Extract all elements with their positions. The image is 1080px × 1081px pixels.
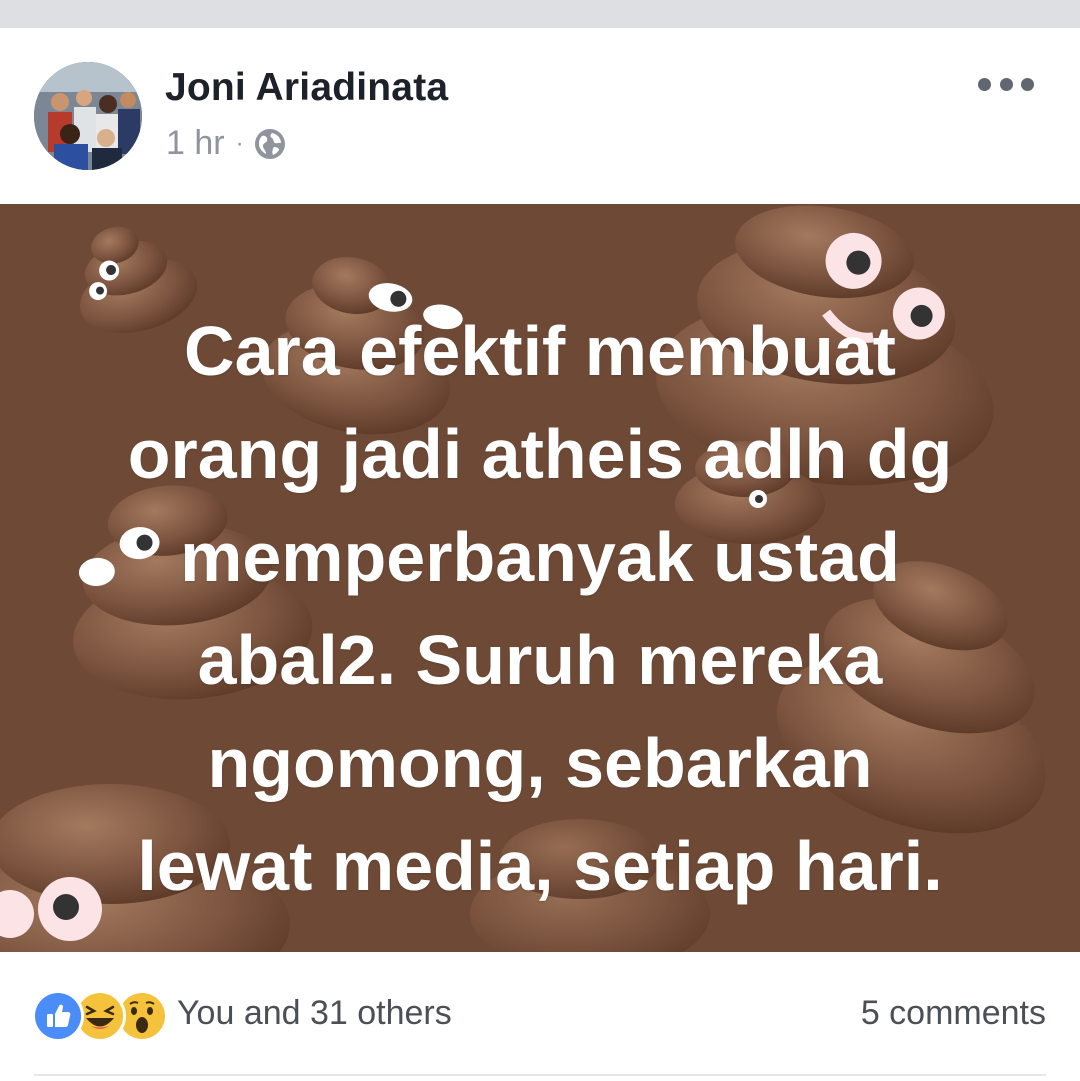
- avatar[interactable]: [34, 62, 142, 170]
- image-text-line: orang jadi atheis adlh dg: [127, 415, 953, 493]
- post-meta: 1 hr ·: [166, 124, 287, 163]
- post-image[interactable]: Cara efektif membuat orang jadi atheis a…: [0, 204, 1080, 952]
- image-text-line: abal2. Suruh mereka: [197, 621, 883, 699]
- post-header: Joni Ariadinata 1 hr ·: [0, 28, 1080, 204]
- reactions-count[interactable]: You and 31 others: [177, 994, 452, 1033]
- post-image-text: Cara efektif membuat orang jadi atheis a…: [40, 300, 1040, 918]
- author-name[interactable]: Joni Ariadinata: [165, 66, 448, 110]
- post-footer: You and 31 others 5 comments: [0, 952, 1080, 1081]
- more-options-icon[interactable]: [978, 68, 1034, 100]
- image-text-line: memperbanyak ustad: [180, 518, 900, 596]
- like-icon[interactable]: [32, 990, 84, 1042]
- meta-separator: ·: [235, 129, 244, 157]
- comments-count[interactable]: 5 comments: [861, 994, 1046, 1033]
- globe-icon[interactable]: [253, 127, 287, 161]
- footer-divider: [34, 1074, 1046, 1076]
- post-time[interactable]: 1 hr: [166, 124, 225, 163]
- image-text-line: ngomong, sebarkan: [207, 724, 873, 802]
- image-text-line: lewat media, setiap hari.: [137, 827, 943, 905]
- reaction-icons[interactable]: [32, 990, 168, 1042]
- top-gray-bar: [0, 0, 1080, 28]
- image-text-line: Cara efektif membuat: [184, 312, 896, 390]
